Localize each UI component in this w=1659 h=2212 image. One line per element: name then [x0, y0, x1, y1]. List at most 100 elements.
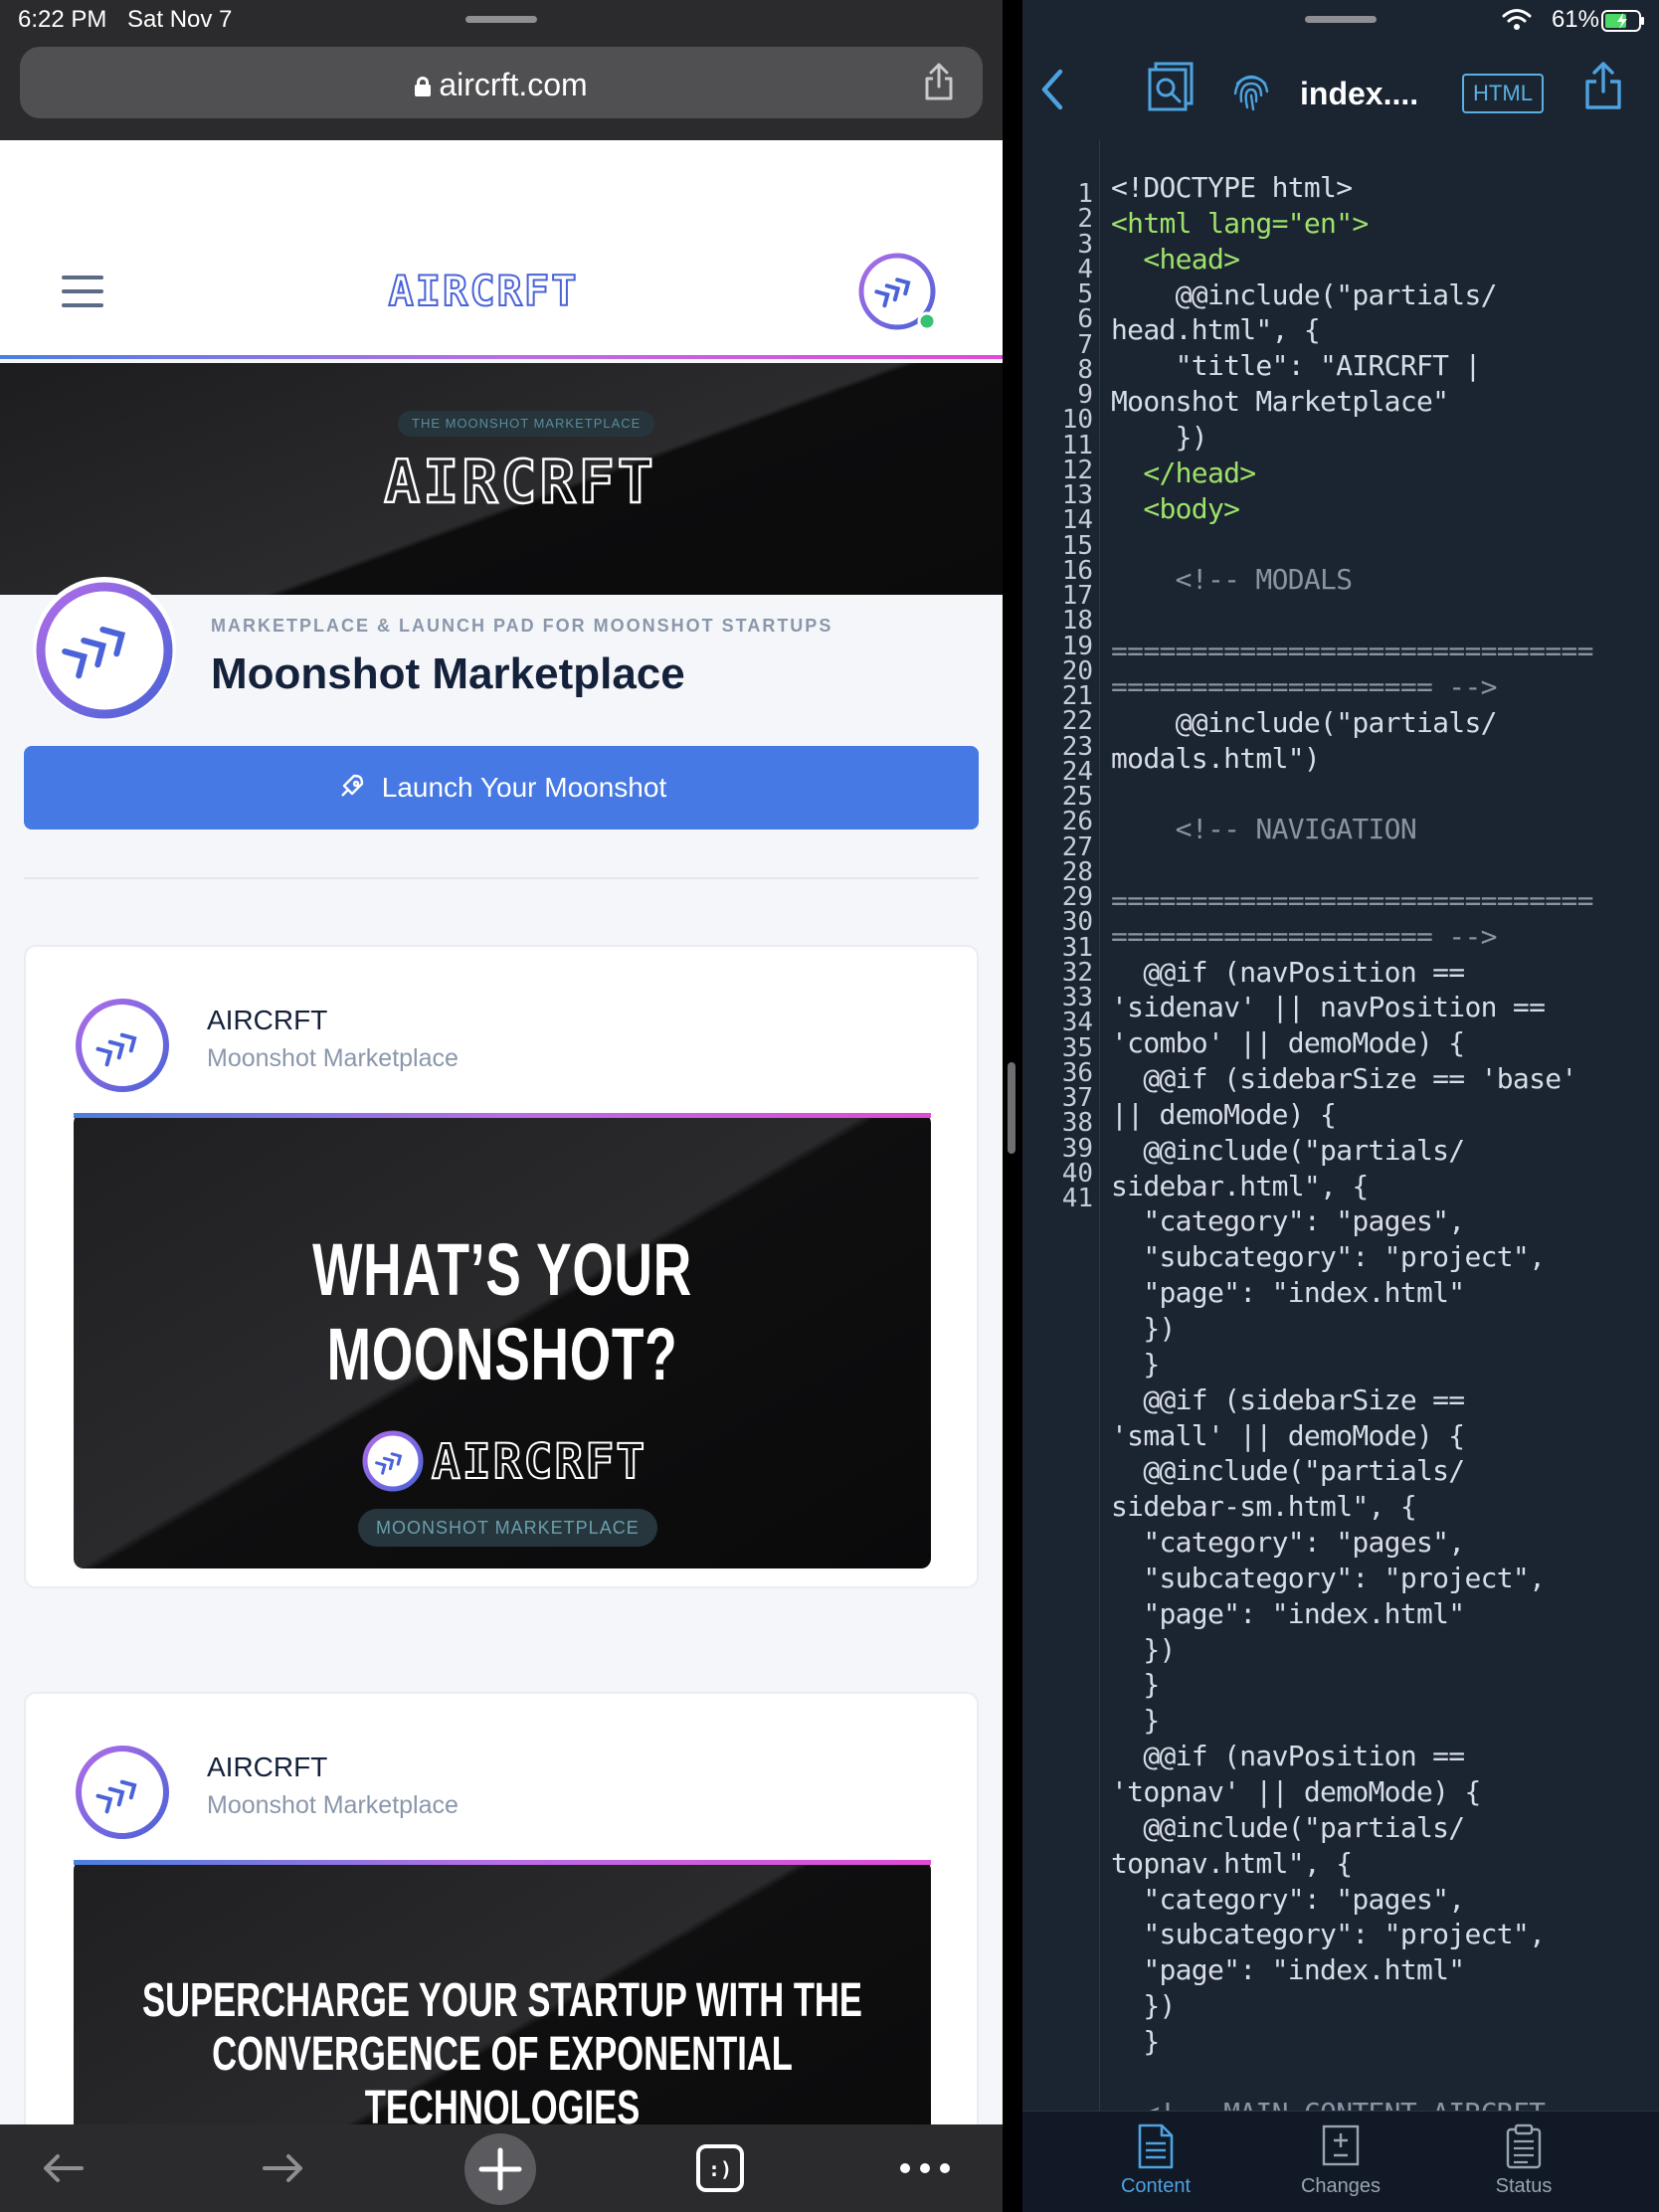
- code-line[interactable]: @@if (sidebarSize ==: [1111, 1382, 1659, 1418]
- code-line[interactable]: "page": "index.html": [1111, 1275, 1659, 1311]
- code-line[interactable]: @@include("partials/: [1111, 705, 1659, 741]
- code-line[interactable]: [1111, 847, 1659, 883]
- code-line[interactable]: }: [1111, 2024, 1659, 2060]
- code-line[interactable]: <html lang="en">: [1111, 206, 1659, 242]
- post-card[interactable]: AIRCRFT Moonshot Marketplace WHAT’S YOUR…: [24, 945, 979, 1588]
- tab-changes[interactable]: Changes: [1271, 2123, 1410, 2198]
- code-editor-pane: 61% index.... HTML 12 3 4 5 6 7 8 9 10 1…: [1022, 0, 1659, 2212]
- code-line[interactable]: @@if (navPosition ==: [1111, 1739, 1659, 1774]
- svg-text:AIRCRFT: AIRCRFT: [432, 1434, 646, 1490]
- tabs-smiley-icon[interactable]: :): [690, 2138, 750, 2198]
- code-line[interactable]: 'topnav' || demoMode) {: [1111, 1774, 1659, 1810]
- code-line[interactable]: ==============================: [1111, 634, 1659, 669]
- multitasking-grabber[interactable]: [1305, 16, 1377, 23]
- multitasking-grabber[interactable]: [465, 16, 537, 23]
- code-line[interactable]: "subcategory": "project",: [1111, 1561, 1659, 1596]
- code-line[interactable]: @@include("partials/: [1111, 1133, 1659, 1169]
- code-line[interactable]: ==================== -->: [1111, 919, 1659, 955]
- code-line[interactable]: }): [1111, 1311, 1659, 1347]
- code-text[interactable]: <!DOCTYPE html> <html lang="en"> <head> @…: [1111, 170, 1659, 2111]
- tab-status[interactable]: Status: [1454, 2123, 1593, 2198]
- code-line[interactable]: <head>: [1111, 242, 1659, 277]
- code-line[interactable]: "category": "pages",: [1111, 1525, 1659, 1561]
- code-line[interactable]: "page": "index.html": [1111, 1952, 1659, 1988]
- code-line[interactable]: 'combo' || demoMode) {: [1111, 1025, 1659, 1061]
- card-media-image[interactable]: SUPERCHARGE YOUR STARTUP WITH THE CONVER…: [74, 1860, 931, 2124]
- code-line[interactable]: <!DOCTYPE html>: [1111, 170, 1659, 206]
- code-line[interactable]: "title": "AIRCRFT |: [1111, 348, 1659, 384]
- share-icon[interactable]: [923, 63, 955, 100]
- code-line[interactable]: <!-- NAVIGATION: [1111, 812, 1659, 847]
- code-line[interactable]: modals.html"): [1111, 741, 1659, 777]
- code-line[interactable]: @@include("partials/: [1111, 277, 1659, 313]
- card-author-subtitle: Moonshot Marketplace: [207, 1791, 459, 1819]
- find-in-file-icon[interactable]: [1146, 62, 1196, 113]
- tab-label: Content: [1120, 2175, 1192, 2197]
- code-line[interactable]: @@include("partials/: [1111, 1810, 1659, 1846]
- code-area[interactable]: 1 2 3 4 5 6 7 8 9 10 11 12 13 14 15 16 17 18 19 20 21 22 23 24 2…: [1022, 139, 1659, 2111]
- fingerprint-icon[interactable]: [1229, 68, 1273, 111]
- post-card[interactable]: AIRCRFT Moonshot Marketplace SUPERCHARGE…: [24, 1692, 979, 2124]
- code-line[interactable]: <!-- MODALS: [1111, 562, 1659, 598]
- card-media-image[interactable]: WHAT’S YOUR MOONSHOT? AIRCRFT MOONSHOT M…: [74, 1113, 931, 1568]
- code-line[interactable]: sidebar-sm.html", {: [1111, 1489, 1659, 1525]
- code-line[interactable]: "category": "pages",: [1111, 1203, 1659, 1239]
- code-line[interactable]: head.html", {: [1111, 312, 1659, 348]
- more-dots-icon[interactable]: [895, 2138, 955, 2198]
- code-line[interactable]: }): [1111, 420, 1659, 456]
- code-line[interactable]: @@if (sidebarSize == 'base': [1111, 1061, 1659, 1097]
- code-line[interactable]: [1111, 776, 1659, 812]
- line-number-gutter: 1 2 3 4 5 6 7 8 9 10 11 12 13 14 15 16 17 18 19 20 21 22 23 24 2…: [1022, 139, 1100, 2111]
- code-line[interactable]: }): [1111, 1988, 1659, 2024]
- code-line[interactable]: "subcategory": "project",: [1111, 1917, 1659, 1952]
- code-line[interactable]: "subcategory": "project",: [1111, 1239, 1659, 1275]
- editor-navbar: index.... HTML: [1022, 40, 1659, 139]
- card-author-name[interactable]: AIRCRFT: [207, 1751, 327, 1783]
- code-line[interactable]: Moonshot Marketplace": [1111, 384, 1659, 420]
- tab-content[interactable]: Content: [1086, 2123, 1225, 2198]
- code-line[interactable]: 'sidenav' || navPosition ==: [1111, 990, 1659, 1025]
- code-line[interactable]: topnav.html", {: [1111, 1846, 1659, 1882]
- media-headline-line: SUPERCHARGE YOUR STARTUP WITH THE: [142, 1974, 862, 2027]
- hamburger-menu-icon[interactable]: [62, 276, 103, 311]
- aircrft-logo[interactable]: AIRCRFT: [374, 266, 593, 315]
- back-chevron-icon[interactable]: [1038, 68, 1066, 111]
- user-avatar[interactable]: [857, 252, 941, 335]
- code-line[interactable]: <body>: [1111, 491, 1659, 527]
- language-badge[interactable]: HTML: [1462, 74, 1544, 113]
- launch-moonshot-button[interactable]: Launch Your Moonshot: [24, 746, 979, 830]
- export-share-icon[interactable]: [1583, 62, 1623, 111]
- code-line[interactable]: ==================== -->: [1111, 669, 1659, 705]
- svg-text:AIRCRFT: AIRCRFT: [384, 451, 656, 512]
- line-number: 41: [1061, 1184, 1093, 1213]
- code-line[interactable]: "category": "pages",: [1111, 1882, 1659, 1918]
- code-line[interactable]: 'small' || demoMode) {: [1111, 1418, 1659, 1454]
- profile-title: Moonshot Marketplace: [211, 649, 685, 698]
- url-bar[interactable]: aircrft.com: [20, 47, 983, 118]
- card-author-subtitle: Moonshot Marketplace: [207, 1044, 459, 1072]
- launch-button-label: Launch Your Moonshot: [381, 772, 667, 803]
- code-line[interactable]: [1111, 2060, 1659, 2096]
- code-line[interactable]: [1111, 526, 1659, 562]
- card-avatar[interactable]: [74, 1744, 171, 1841]
- card-author-name[interactable]: AIRCRFT: [207, 1005, 327, 1036]
- code-line[interactable]: || demoMode) {: [1111, 1097, 1659, 1133]
- file-title[interactable]: index....: [1300, 76, 1418, 112]
- code-line[interactable]: <!-- MAIN CONTENT AIRCRFT: [1111, 2096, 1659, 2111]
- forward-arrow-icon[interactable]: [253, 2138, 312, 2198]
- code-line[interactable]: }: [1111, 1347, 1659, 1382]
- code-line[interactable]: @@if (navPosition ==: [1111, 955, 1659, 991]
- code-line[interactable]: }): [1111, 1632, 1659, 1668]
- code-line[interactable]: "page": "index.html": [1111, 1596, 1659, 1632]
- code-line[interactable]: sidebar.html", {: [1111, 1169, 1659, 1204]
- code-line[interactable]: @@include("partials/: [1111, 1453, 1659, 1489]
- code-line[interactable]: }: [1111, 1667, 1659, 1703]
- split-view-handle[interactable]: [1008, 1062, 1015, 1154]
- code-line[interactable]: ==============================: [1111, 883, 1659, 919]
- back-arrow-icon[interactable]: [34, 2138, 93, 2198]
- new-tab-plus-icon[interactable]: [463, 2132, 537, 2206]
- code-line[interactable]: [1111, 598, 1659, 634]
- code-line[interactable]: }: [1111, 1703, 1659, 1739]
- card-avatar[interactable]: [74, 997, 171, 1094]
- code-line[interactable]: </head>: [1111, 456, 1659, 491]
